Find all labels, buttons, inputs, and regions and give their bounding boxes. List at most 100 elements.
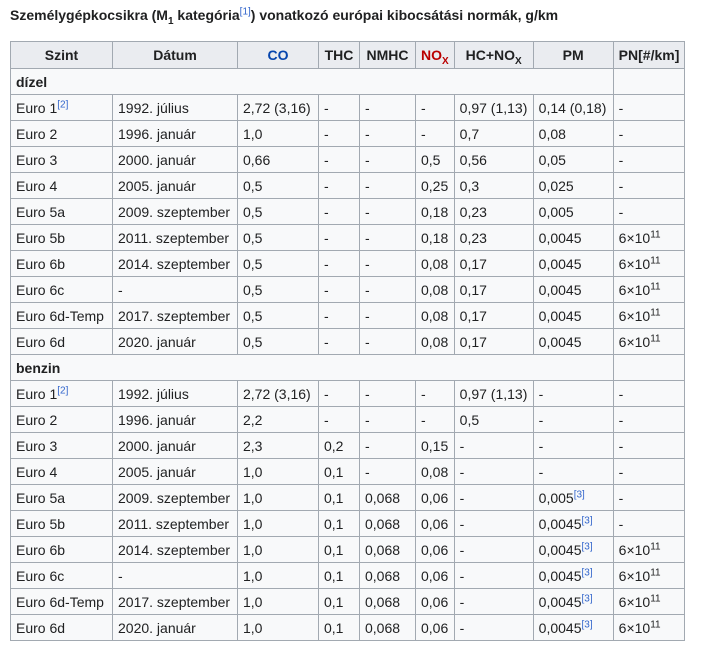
cell-co-value: 0,5	[243, 281, 263, 298]
cell-nox-value: 0,06	[421, 515, 449, 532]
cell-pm: 0,025	[532, 172, 614, 199]
cell-co-value: 1,0	[243, 593, 263, 610]
cell-hcnox: 0,17	[453, 276, 534, 303]
caption-reference-link[interactable]: [1]	[240, 6, 251, 17]
cell-nox-value: 0,08	[421, 255, 449, 272]
cell-pn: -	[612, 484, 686, 511]
group-label: dízel	[10, 68, 614, 95]
header-szint: Szint	[10, 41, 113, 69]
cell-pn-value: 6×10	[618, 307, 651, 324]
cell-thc: 0,1	[318, 458, 360, 485]
cell-thc-value: 0,1	[324, 567, 344, 584]
cell-pn: -	[612, 94, 686, 121]
cell-szint: Euro 6b	[10, 536, 113, 563]
cell-szint-value: Euro 2	[16, 125, 58, 142]
cell-nox-value: 0,08	[421, 307, 449, 324]
cell-hcnox: 0,23	[453, 224, 534, 251]
cell-szint-value: Euro 5a	[16, 489, 66, 506]
cell-hcnox-value: 0,23	[459, 203, 487, 220]
cell-pm: 0,0045[3]	[532, 536, 614, 563]
cell-nmhc-value: -	[365, 229, 370, 246]
cell-szint-value: Euro 6d	[16, 619, 66, 636]
cell-thc-value: -	[324, 385, 329, 402]
cell-co-value: 0,5	[243, 333, 263, 350]
cell-nox-value: 0,08	[421, 333, 449, 350]
cell-thc: -	[318, 250, 360, 277]
cell-nmhc-value: -	[365, 125, 370, 142]
cell-nox-value: 0,06	[421, 541, 449, 558]
table-row: Euro 5a 2009. szeptember 0,5 - - 0,18 0,23 0,00…	[10, 198, 686, 225]
cell-pm: -	[532, 380, 614, 407]
cell-pn-value: -	[618, 437, 624, 454]
cell-szint-value: Euro 4	[16, 177, 58, 194]
reference-link[interactable]: [3]	[582, 593, 593, 604]
header-co-link[interactable]: CO	[268, 47, 289, 63]
cell-co-value: 2,2	[243, 411, 263, 428]
cell-co: 0,5	[237, 328, 319, 355]
cell-thc-value: 0,1	[324, 489, 344, 506]
cell-hcnox-value: 0,17	[459, 307, 487, 324]
cell-nmhc-value: -	[365, 99, 370, 116]
cell-nox-value: 0,06	[421, 619, 449, 636]
cell-datum: 2011. szeptember	[112, 510, 238, 537]
cell-pn: 6×1011	[612, 276, 686, 303]
cell-szint-value: Euro 3	[16, 151, 58, 168]
cell-co: 0,5	[237, 250, 319, 277]
cell-pm-value: 0,0045	[538, 593, 582, 610]
cell-pn-value: 6×10	[618, 255, 651, 272]
table-row: Euro 6d 2020. január 0,5 - - 0,08 0,17 0,0045 6×…	[10, 328, 686, 355]
cell-hcnox-value: 0,23	[459, 229, 487, 246]
reference-link[interactable]: [2]	[57, 99, 68, 110]
cell-szint-value: Euro 4	[16, 463, 58, 480]
cell-nmhc: -	[359, 380, 416, 407]
cell-hcnox: -	[453, 588, 534, 615]
cell-datum: 1992. július	[112, 94, 238, 121]
cell-thc: -	[318, 328, 360, 355]
cell-nmhc-value: -	[365, 203, 370, 220]
cell-pn: -	[612, 172, 686, 199]
header-hcnox-sub: X	[515, 55, 522, 67]
table-row: Euro 6c -1,0 0,1 0,068 0,06-0,0045[3] 6×1011	[10, 562, 686, 589]
cell-thc: 0,1	[318, 536, 360, 563]
exponent: 11	[650, 592, 661, 604]
cell-co: 2,72 (3,16)	[237, 380, 319, 407]
cell-szint-value: Euro 1	[16, 99, 58, 116]
reference-link[interactable]: [3]	[582, 567, 593, 578]
reference-link[interactable]: [3]	[582, 619, 593, 630]
cell-pm: 0,08	[532, 120, 614, 147]
reference-link[interactable]: [3]	[574, 489, 585, 500]
cell-pn-value: 6×10	[618, 593, 651, 610]
cell-pn-value: 6×10	[618, 333, 651, 350]
reference-link[interactable]: [3]	[582, 541, 593, 552]
cell-datum: -	[112, 276, 238, 303]
cell-datum-value: 2020. január	[118, 619, 196, 636]
cell-nmhc-value: -	[365, 281, 370, 298]
cell-co-value: 0,5	[243, 229, 263, 246]
cell-thc-value: -	[324, 203, 329, 220]
cell-pn-value: -	[618, 203, 624, 220]
cell-hcnox-value: 0,3	[459, 177, 480, 194]
reference-link[interactable]: [2]	[57, 385, 68, 396]
cell-pn: -	[612, 380, 686, 407]
reference-link[interactable]: [3]	[582, 515, 593, 526]
cell-nmhc-value: 0,068	[365, 541, 401, 558]
cell-co: 1,0	[237, 484, 319, 511]
cell-nmhc-value: 0,068	[365, 515, 401, 532]
cell-hcnox: 0,17	[453, 328, 534, 355]
cell-pm-value: -	[538, 385, 544, 402]
cell-nox: 0,06	[415, 614, 455, 641]
cell-hcnox-value: 0,97 (1,13)	[459, 99, 528, 116]
header-nox[interactable]: NOX	[415, 41, 455, 69]
table-row: Euro 3 2000. január 2,3 0,2-0,15- - -	[10, 432, 686, 459]
caption-text-mid: kategória	[173, 7, 240, 23]
cell-thc-value: -	[324, 307, 329, 324]
cell-nmhc-value: 0,068	[365, 593, 401, 610]
cell-pm: 0,0045[3]	[532, 510, 614, 537]
header-nox-link[interactable]: NOX	[421, 47, 449, 66]
cell-thc: -	[318, 198, 360, 225]
header-co[interactable]: CO	[237, 41, 319, 69]
cell-pm-value: 0,14 (0,18)	[538, 99, 607, 116]
cell-szint-value: Euro 1	[16, 385, 58, 402]
cell-nmhc-value: -	[365, 411, 370, 428]
cell-co: 1,0	[237, 614, 319, 641]
